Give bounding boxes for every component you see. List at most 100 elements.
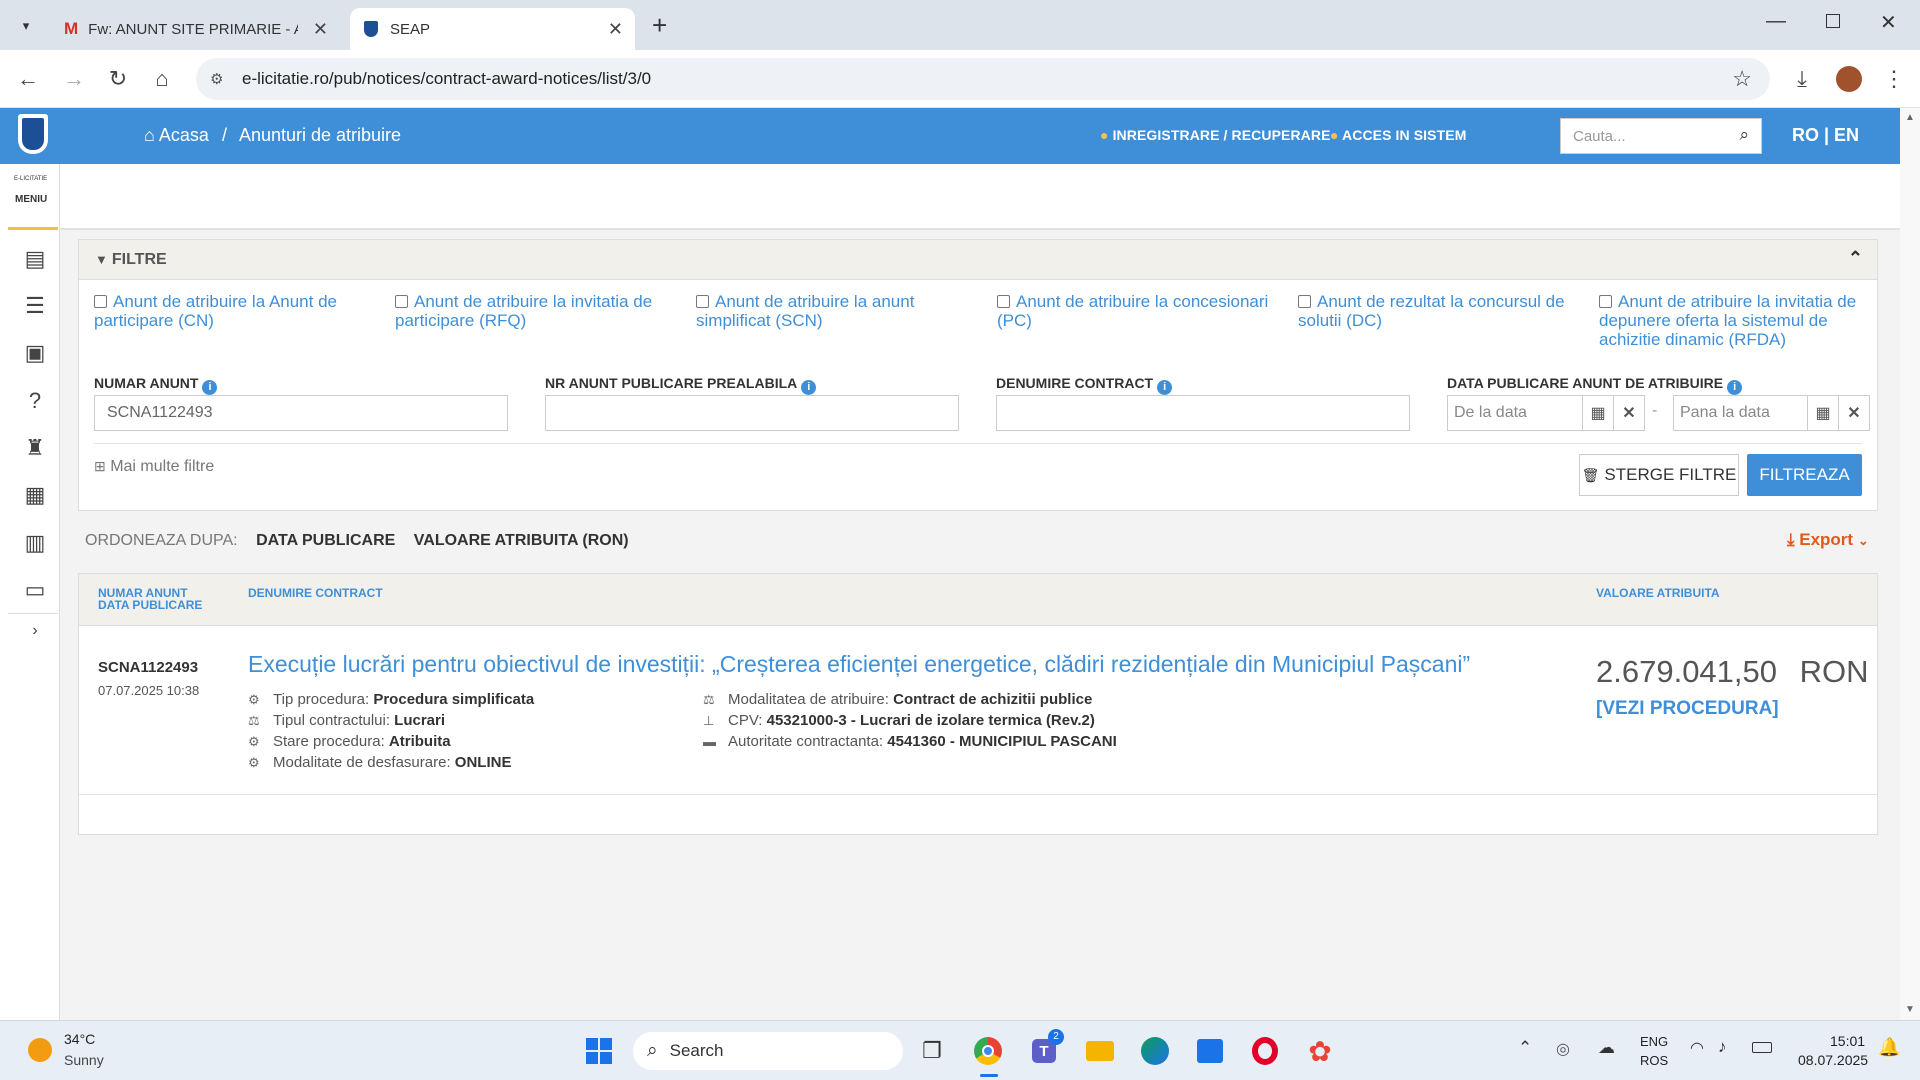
checkbox-box[interactable]: [997, 295, 1010, 308]
checkbox-box[interactable]: [696, 295, 709, 308]
page-scrollbar[interactable]: ▲ ▼: [1900, 108, 1920, 1020]
collapse-icon[interactable]: ⌃: [1848, 248, 1863, 269]
maximize-icon[interactable]: [1826, 14, 1840, 28]
teams-icon[interactable]: T 2: [1026, 1029, 1064, 1069]
clock-time[interactable]: 15:01: [1830, 1033, 1865, 1049]
breadcrumb-home[interactable]: Acasa: [159, 125, 209, 145]
forward-icon[interactable]: →: [60, 66, 88, 92]
checkbox-cn[interactable]: Anunt de atribuire la Anunt de participa…: [94, 292, 384, 330]
weather-sun-icon[interactable]: [28, 1038, 52, 1062]
awarded-value: 2.679.041,50 RON: [1596, 654, 1869, 690]
clear-date-icon[interactable]: ✕: [1838, 395, 1870, 431]
edge-icon[interactable]: [1137, 1033, 1173, 1069]
calendar-icon[interactable]: ▦: [1807, 395, 1839, 431]
menu-label[interactable]: MENIU: [15, 194, 47, 205]
photos-icon[interactable]: ✿: [1302, 1033, 1338, 1069]
bookmark-star-icon[interactable]: ☆: [1732, 66, 1752, 92]
site-search-input[interactable]: Cauta... ⌕: [1560, 118, 1762, 154]
tab-gmail[interactable]: M Fw: ANUNT SITE PRIMARIE - AC ✕: [50, 8, 340, 50]
battery-icon[interactable]: [1752, 1042, 1772, 1053]
notices-icon[interactable]: ▤: [20, 244, 50, 274]
clock-date[interactable]: 08.07.2025: [1798, 1052, 1868, 1068]
tab-seap[interactable]: SEAP ✕: [350, 8, 635, 50]
info-icon[interactable]: i: [202, 380, 218, 395]
cogs-icon: ⚙: [248, 734, 260, 749]
row-title-link[interactable]: Execuție lucrări pentru obiectivul de in…: [248, 651, 1578, 678]
login-link[interactable]: ● ACCES IN SISTEM: [1330, 127, 1466, 143]
list-icon[interactable]: ☰: [20, 291, 50, 321]
close-icon[interactable]: ✕: [313, 19, 328, 40]
view-procedure-link[interactable]: [VEZI PROCEDURA]: [1596, 698, 1779, 720]
chrome-icon[interactable]: [970, 1033, 1006, 1069]
minimize-icon[interactable]: —: [1766, 10, 1786, 33]
home-icon[interactable]: ⌂: [148, 66, 176, 92]
info-icon[interactable]: i: [1727, 380, 1743, 395]
checkbox-box[interactable]: [94, 295, 107, 308]
volume-icon[interactable]: ♪: [1718, 1037, 1727, 1057]
denumire-input[interactable]: [996, 395, 1410, 431]
chat-icon[interactable]: ▭: [20, 575, 50, 605]
checkbox-rfda[interactable]: Anunt de atribuire la invitatia de depun…: [1599, 292, 1869, 349]
lang-eng[interactable]: ENG: [1640, 1034, 1668, 1049]
checkbox-box[interactable]: [395, 295, 408, 308]
close-icon[interactable]: ✕: [608, 19, 623, 40]
search-icon[interactable]: ⌕: [1739, 125, 1749, 145]
scroll-up-icon[interactable]: ▲: [1905, 112, 1915, 123]
tab-list-button[interactable]: ▾: [12, 12, 40, 40]
windows-start-icon[interactable]: [581, 1033, 617, 1069]
checkbox-pc[interactable]: Anunt de atribuire la concesionari (PC): [997, 292, 1287, 330]
notifications-bell-icon[interactable]: 🔔: [1878, 1037, 1900, 1058]
reload-icon[interactable]: ↻: [104, 66, 132, 92]
onedrive-icon[interactable]: ☁: [1598, 1038, 1615, 1058]
menu-dots-icon[interactable]: ⋮: [1880, 66, 1908, 92]
site-info-icon[interactable]: ⚙: [210, 70, 223, 88]
new-tab-button[interactable]: +: [652, 10, 667, 41]
taskbar-search[interactable]: ⌕ Search: [633, 1032, 903, 1070]
sort-by-value[interactable]: VALOARE ATRIBUITA (RON): [414, 532, 629, 549]
tray-chevron-icon[interactable]: ⌃: [1518, 1038, 1532, 1058]
store-icon[interactable]: [1192, 1033, 1228, 1069]
file-explorer-icon[interactable]: [1082, 1033, 1118, 1069]
seap-logo[interactable]: [18, 114, 48, 154]
export-button[interactable]: ⤓ Export ⌄: [1787, 530, 1869, 550]
procedures-icon[interactable]: ▣: [20, 338, 50, 368]
meta-atribuire: ⚖ Modalitatea de atribuire: Contract de a…: [703, 689, 1173, 710]
award-icon[interactable]: ♜: [20, 433, 50, 463]
back-icon[interactable]: ←: [14, 66, 42, 92]
calendar-icon[interactable]: ▦: [1582, 395, 1614, 431]
tray-app-icon[interactable]: ◎: [1556, 1039, 1570, 1059]
catalog-icon[interactable]: ▥: [20, 528, 50, 558]
task-view-icon[interactable]: ❐: [914, 1033, 950, 1069]
register-link[interactable]: ● INREGISTRARE / RECUPERARE: [1100, 127, 1331, 143]
prealabila-input[interactable]: [545, 395, 959, 431]
date-to-input[interactable]: Pana la data: [1673, 395, 1809, 431]
language-switcher[interactable]: RO | EN: [1792, 125, 1859, 146]
expand-menu-icon[interactable]: ›: [20, 616, 50, 646]
meta-value: 4541360 - MUNICIPIUL PASCANI: [887, 733, 1117, 750]
sort-by-date[interactable]: DATA PUBLICARE: [256, 532, 395, 549]
filters-header[interactable]: ▼ FILTRE ⌃: [79, 240, 1877, 280]
numar-anunt-input[interactable]: SCNA1122493: [94, 395, 508, 431]
info-icon[interactable]: i: [1157, 380, 1173, 395]
download-icon[interactable]: ⤓: [1788, 66, 1816, 92]
checkbox-box[interactable]: [1599, 295, 1612, 308]
more-filters-link[interactable]: ⊞ Mai multe filtre: [94, 458, 214, 476]
help-icon[interactable]: ?: [20, 386, 50, 416]
contact-card-icon[interactable]: ▦: [20, 480, 50, 510]
filter-button[interactable]: FILTREAZA: [1747, 454, 1862, 496]
profile-avatar[interactable]: [1836, 66, 1862, 92]
wifi-icon[interactable]: ◠: [1690, 1038, 1704, 1058]
info-icon[interactable]: i: [801, 380, 817, 395]
opera-icon[interactable]: [1247, 1033, 1283, 1069]
checkbox-dc[interactable]: Anunt de rezultat la concursul de soluti…: [1298, 292, 1588, 330]
checkbox-box[interactable]: [1298, 295, 1311, 308]
clear-filters-button[interactable]: 🗑 STERGE FILTRE: [1579, 454, 1739, 496]
address-bar[interactable]: ⚙ e-licitatie.ro/pub/notices/contract-aw…: [196, 58, 1770, 100]
date-from-input[interactable]: De la data: [1447, 395, 1583, 431]
lang-ros[interactable]: ROS: [1640, 1053, 1668, 1068]
checkbox-rfq[interactable]: Anunt de atribuire la invitatia de parti…: [395, 292, 685, 330]
checkbox-scn[interactable]: Anunt de atribuire la anunt simplificat …: [696, 292, 986, 330]
scroll-down-icon[interactable]: ▼: [1905, 1004, 1915, 1015]
window-close-icon[interactable]: ✕: [1880, 10, 1897, 35]
clear-date-icon[interactable]: ✕: [1613, 395, 1645, 431]
